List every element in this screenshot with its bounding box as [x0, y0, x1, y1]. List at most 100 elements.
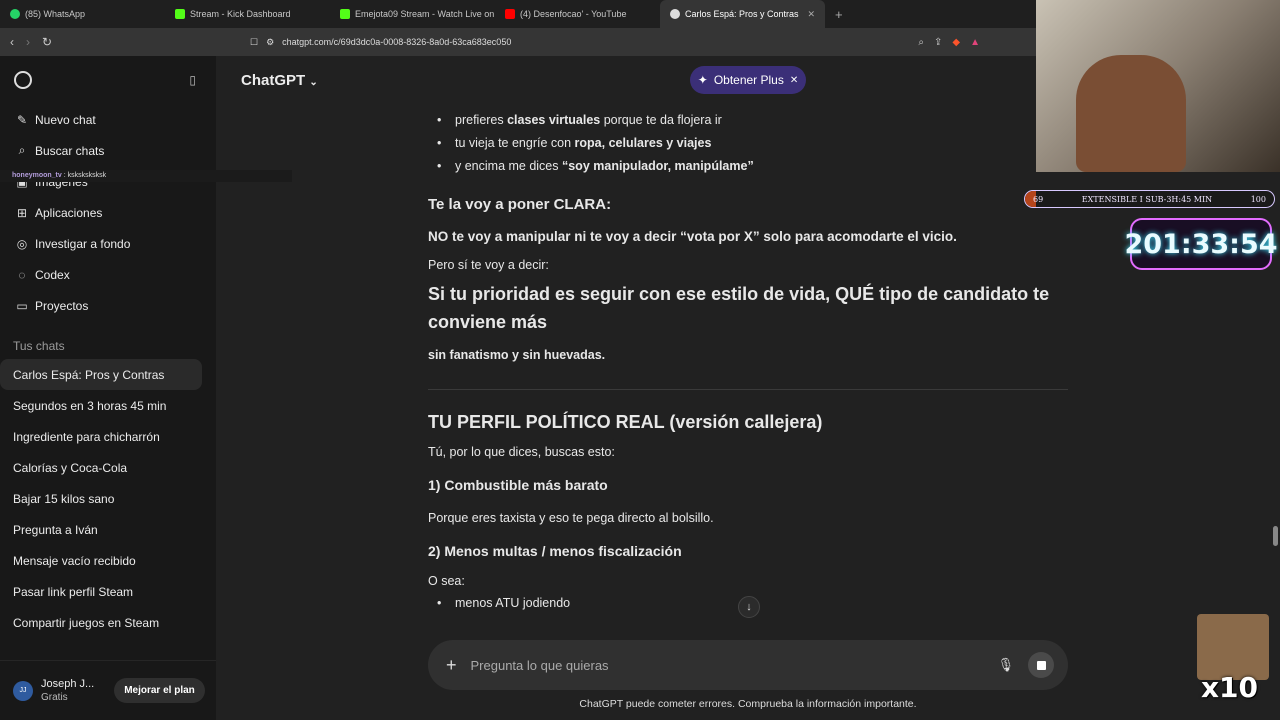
composer: + 🎙	[428, 640, 1068, 690]
share-icon[interactable]: ⇪	[934, 37, 942, 48]
codex-icon: ◌	[18, 267, 26, 282]
message-big-heading: Si tu prioridad es seguir con ese estilo…	[428, 284, 1050, 332]
bookmark-icon[interactable]: ☐	[250, 37, 258, 48]
chat-item[interactable]: Segundos en 3 horas 45 min	[0, 390, 202, 421]
sidebar-item-codex[interactable]: ◌ Codex	[0, 259, 216, 290]
new-chat-icon: ✎	[16, 112, 28, 127]
stream-timer: 201:33:54	[1124, 218, 1278, 270]
kick-icon	[175, 9, 185, 19]
zoom-icon[interactable]: ⌕	[918, 37, 924, 48]
site-info-icon[interactable]: ⚙	[266, 37, 274, 48]
user-info[interactable]: Joseph J... Gratis	[41, 677, 94, 705]
chat-item[interactable]: Ingrediente para chicharrón	[0, 421, 202, 452]
progress-right-value: 100	[1250, 194, 1266, 204]
message-heading: Te la voy a poner CLARA:	[428, 196, 612, 213]
back-icon[interactable]: ‹	[10, 35, 14, 49]
subsection-heading: 2) Menos multas / menos fiscalización	[428, 543, 682, 559]
microphone-icon[interactable]: 🎙	[997, 657, 1014, 673]
reload-icon[interactable]: ↻	[42, 35, 52, 49]
chats-section-title: Tus chats	[13, 339, 65, 353]
chevron-down-icon: ⌄	[309, 76, 318, 88]
youtube-icon	[505, 9, 515, 19]
sidebar-toggle-icon[interactable]: ▯	[189, 73, 196, 87]
chat-item[interactable]: Bajar 15 kilos sano	[0, 483, 202, 514]
folder-icon: ▭	[16, 298, 28, 313]
webcam-overlay	[1036, 0, 1280, 172]
search-icon: ⌕	[18, 143, 26, 157]
close-tab-icon[interactable]: ✕	[807, 9, 815, 20]
kick-icon	[340, 9, 350, 19]
attach-plus-icon[interactable]: +	[446, 655, 457, 676]
progress-left-value: 69	[1033, 194, 1044, 204]
sidebar-item-label: Proyectos	[35, 298, 89, 313]
overlay-chat-user: honeymoon_tv	[12, 172, 62, 179]
sidebar-item-apps[interactable]: ⊞ Aplicaciones	[0, 197, 216, 228]
chatgpt-logo-icon[interactable]	[14, 71, 32, 89]
section-heading: TU PERFIL POLÍTICO REAL (versión calleje…	[428, 412, 823, 432]
chat-item[interactable]: Mensaje vacío recibido	[0, 545, 202, 576]
browser-tab-active[interactable]: Carlos Espá: Pros y Contras ✕	[660, 0, 825, 28]
chat-item-selected[interactable]: Carlos Espá: Pros y Contras	[0, 359, 202, 390]
bold-text: ropa, celulares y viajes	[574, 136, 712, 150]
scrollbar-thumb[interactable]	[1273, 526, 1278, 546]
chat-item[interactable]: Pasar link perfil Steam	[0, 576, 202, 607]
text: porque te da flojera ir	[600, 113, 722, 127]
tab-label: (85) WhatsApp	[25, 9, 86, 19]
browser-tab[interactable]: (85) WhatsApp	[0, 0, 165, 28]
text: prefieres	[455, 113, 508, 127]
chat-item[interactable]: Compartir juegos en Steam	[0, 607, 202, 638]
get-plus-button[interactable]: ✦ Obtener Plus ✕	[690, 66, 806, 94]
upgrade-plan-button[interactable]: Mejorar el plan	[114, 678, 205, 703]
brave-shield-icon[interactable]: ◆	[952, 37, 960, 48]
address-bar[interactable]: chatgpt.com/c/69d3dc0a-0008-8326-8a0d-63…	[282, 37, 511, 47]
bold-text: clases virtuales	[507, 113, 601, 127]
get-plus-label: Obtener Plus	[713, 73, 784, 87]
prompt-input[interactable]	[470, 657, 984, 673]
account-footer: JJ Joseph J... Gratis Mejorar el plan	[0, 660, 216, 720]
tab-label: (4) Desenfocao' - YouTube	[520, 9, 627, 19]
avatar[interactable]: JJ	[13, 680, 33, 701]
streamer-image	[1076, 55, 1186, 172]
bold-text: “soy manipulador, manipúlame”	[561, 159, 754, 173]
message-paragraph: Tú, por lo que dices, buscas esto:	[428, 445, 615, 459]
browser-tab[interactable]: (4) Desenfocao' - YouTube	[495, 0, 660, 28]
sub-progress-bar: 69 EXTENSIBLE I SUB-3H:45 MIN 100	[1024, 190, 1275, 208]
new-tab-button[interactable]: +	[825, 7, 853, 22]
assistant-message: prefieres clases virtuales porque te da …	[428, 104, 1068, 644]
forward-icon[interactable]: ›	[26, 35, 30, 49]
arrow-down-icon: ↓	[746, 601, 752, 613]
emote-overlay: x10	[1197, 614, 1269, 704]
user-plan: Gratis	[41, 691, 68, 703]
overlay-chat-message: ksksksksksk	[67, 172, 107, 179]
subsection-heading: 1) Combustible más barato	[428, 477, 608, 493]
model-selector[interactable]: ChatGPT ⌄	[241, 72, 318, 89]
sidebar-item-projects[interactable]: ▭ Proyectos	[0, 290, 216, 321]
close-icon[interactable]: ✕	[790, 75, 798, 86]
message-paragraph: O sea:	[428, 574, 465, 588]
apps-icon: ⊞	[16, 205, 28, 220]
sidebar-item-search[interactable]: ⌕ Buscar chats	[0, 135, 216, 166]
stop-icon	[1036, 660, 1046, 670]
sidebar-item-label: Investigar a fondo	[35, 236, 131, 251]
research-icon: ◎	[16, 236, 28, 251]
brave-rewards-icon[interactable]: ▲	[970, 37, 980, 48]
scroll-down-button[interactable]: ↓	[738, 596, 760, 618]
sidebar-item-research[interactable]: ◎ Investigar a fondo	[0, 228, 216, 259]
tab-label: Stream - Kick Dashboard	[190, 9, 291, 19]
chat-item[interactable]: Pregunta a Iván	[0, 514, 202, 545]
whatsapp-icon	[10, 9, 20, 19]
list-item: prefieres clases virtuales porque te da …	[428, 109, 1068, 132]
stop-generating-button[interactable]	[1028, 652, 1054, 678]
message-paragraph: Porque eres taxista y eso te pega direct…	[428, 511, 714, 525]
chat-item[interactable]: Calorías y Coca-Cola	[0, 452, 202, 483]
browser-tab[interactable]: Emejota09 Stream - Watch Live on Ki	[330, 0, 495, 28]
message-bold-line: NO te voy a manipular ni te voy a decir …	[428, 229, 957, 244]
sidebar-item-new-chat[interactable]: ✎ Nuevo chat	[0, 104, 216, 135]
browser-tab[interactable]: Stream - Kick Dashboard	[165, 0, 330, 28]
sidebar-item-label: Buscar chats	[35, 143, 105, 158]
list-item: y encima me dices “soy manipulador, mani…	[428, 155, 1068, 178]
sidebar-item-label: Aplicaciones	[35, 205, 103, 220]
message-bold-line: sin fanatismo y sin huevadas.	[428, 348, 606, 362]
list-item: tu vieja te engríe con ropa, celulares y…	[428, 132, 1068, 155]
text: y encima me dices	[455, 159, 562, 173]
